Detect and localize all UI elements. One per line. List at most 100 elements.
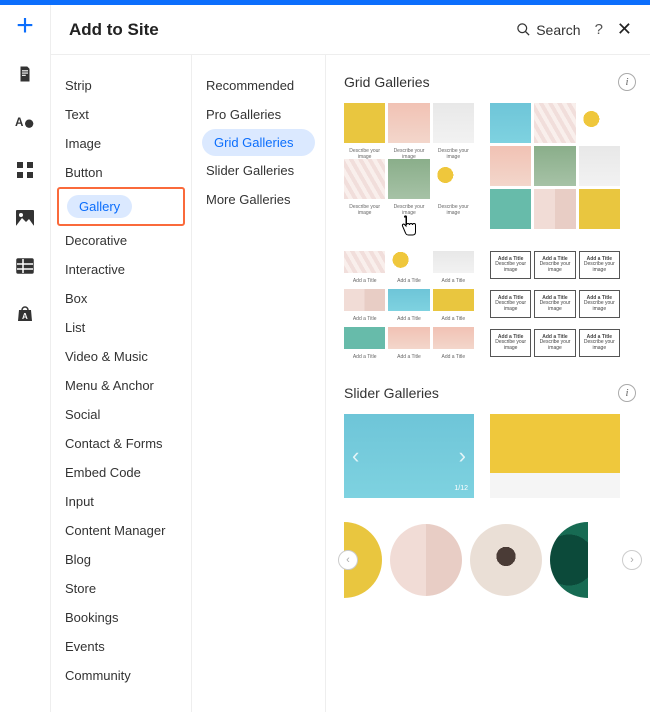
section-head-slider: Slider Galleries i [344, 384, 636, 402]
gallery-tile[interactable]: Add a TitleDescribe your image Add a Tit… [490, 251, 620, 362]
category-item[interactable]: Content Manager [51, 516, 191, 545]
wireframe-cell: Add a TitleDescribe your image [490, 251, 531, 279]
panel-header: Add to Site Search ? ✕ [51, 5, 650, 55]
circle-thumb [470, 524, 542, 596]
search-button[interactable]: Search [516, 22, 580, 38]
thumb-caption: Add a Title [388, 276, 429, 286]
category-item[interactable]: Box [51, 284, 191, 313]
thumb [344, 289, 385, 311]
section-head-grid: Grid Galleries i [344, 73, 636, 91]
category-item[interactable]: List [51, 313, 191, 342]
category-item[interactable]: Blog [51, 545, 191, 574]
category-item[interactable]: Input [51, 487, 191, 516]
slider-tile[interactable] [490, 414, 620, 498]
wireframe-cell: Add a TitleDescribe your image [534, 329, 575, 357]
subcategory-item[interactable]: Grid Galleries [202, 129, 315, 156]
cursor-icon [399, 215, 419, 242]
wireframe-cell: Add a TitleDescribe your image [579, 290, 620, 318]
table-icon[interactable] [14, 255, 36, 277]
slider-tile[interactable]: ‹ › 1/12 [344, 414, 474, 498]
slider-gallery-row-1: ‹ › 1/12 [344, 414, 636, 498]
slider-counter: 1/12 [454, 485, 468, 492]
category-item[interactable]: Strip [51, 71, 191, 100]
icon-rail: + A A [0, 5, 50, 712]
store-icon[interactable]: A [14, 303, 36, 325]
subcategory-item[interactable]: Recommended [192, 71, 325, 100]
subcategory-item[interactable]: Pro Galleries [192, 100, 325, 129]
subcategory-item[interactable]: More Galleries [192, 185, 325, 214]
grid-gallery-row-1: Describe your image Describe your image … [344, 103, 636, 229]
gallery-tile[interactable]: Describe your image Describe your image … [344, 103, 474, 229]
category-item[interactable]: Text [51, 100, 191, 129]
chevron-left-icon: ‹ [352, 443, 359, 469]
thumb-caption: Add a Title [388, 314, 429, 324]
theme-icon[interactable]: A [14, 111, 36, 133]
wireframe-cell: Add a TitleDescribe your image [579, 251, 620, 279]
wireframe-cell: Add a TitleDescribe your image [490, 329, 531, 357]
thumb [388, 251, 429, 273]
chevron-right-icon[interactable]: › [622, 550, 642, 570]
thumb-caption: Describe your image [344, 202, 385, 212]
thumb-caption: Add a Title [433, 352, 474, 362]
circle-thumb [390, 524, 462, 596]
subcategory-column: RecommendedPro GalleriesGrid GalleriesSl… [191, 55, 326, 712]
thumb-caption: Add a Title [344, 276, 385, 286]
thumb [344, 159, 385, 199]
chevron-right-icon: › [459, 443, 466, 469]
category-item[interactable]: Decorative [51, 226, 191, 255]
thumb [490, 189, 531, 229]
thumb-caption: Add a Title [433, 276, 474, 286]
thumb [388, 159, 429, 199]
close-icon[interactable]: ✕ [617, 19, 632, 40]
category-item[interactable]: Community [51, 661, 191, 690]
main-wrapper: + A A Add to Site Search ? [0, 5, 650, 712]
category-item[interactable]: Video & Music [51, 342, 191, 371]
category-item[interactable]: Events [51, 632, 191, 661]
media-icon[interactable] [14, 207, 36, 229]
thumb [534, 189, 575, 229]
thumb [433, 289, 474, 311]
slider-circle-row[interactable]: ‹ › [344, 520, 636, 600]
thumb [344, 251, 385, 273]
grid-section-title: Grid Galleries [344, 74, 430, 90]
slider-section-title: Slider Galleries [344, 385, 439, 401]
thumb [579, 146, 620, 186]
category-item[interactable]: Button [51, 158, 191, 187]
category-item[interactable]: Interactive [51, 255, 191, 284]
chevron-left-icon[interactable]: ‹ [338, 550, 358, 570]
content-column: Grid Galleries i Describe your image Des… [326, 55, 650, 712]
gallery-tile[interactable]: Add a Title Add a Title Add a Title Add … [344, 251, 474, 362]
help-icon[interactable]: ? [595, 21, 603, 38]
category-item[interactable]: Store [51, 574, 191, 603]
wireframe-cell: Add a TitleDescribe your image [534, 290, 575, 318]
search-label: Search [536, 22, 580, 38]
thumb [388, 289, 429, 311]
circle-thumb [550, 522, 588, 598]
thumb [344, 327, 385, 349]
thumb-caption: Describe your image [388, 202, 429, 212]
thumb [388, 103, 429, 143]
info-icon[interactable]: i [618, 384, 636, 402]
thumb [433, 159, 474, 199]
category-item[interactable]: Gallery [57, 187, 185, 226]
category-item[interactable]: Contact & Forms [51, 429, 191, 458]
thumb [388, 327, 429, 349]
subcategory-item[interactable]: Slider Galleries [192, 156, 325, 185]
category-item[interactable]: Social [51, 400, 191, 429]
thumb-caption: Add a Title [388, 352, 429, 362]
add-icon[interactable]: + [14, 15, 36, 37]
add-panel: Add to Site Search ? ✕ StripTextImageBut… [50, 5, 650, 712]
thumb [490, 103, 531, 143]
page-icon[interactable] [14, 63, 36, 85]
apps-icon[interactable] [14, 159, 36, 181]
thumb-caption: Describe your image [344, 146, 385, 156]
category-item[interactable]: Embed Code [51, 458, 191, 487]
info-icon[interactable]: i [618, 73, 636, 91]
category-item[interactable]: Image [51, 129, 191, 158]
category-item[interactable]: Menu & Anchor [51, 371, 191, 400]
panel-columns: StripTextImageButtonGalleryDecorativeInt… [51, 55, 650, 712]
thumb-caption: Describe your image [388, 146, 429, 156]
category-item[interactable]: Bookings [51, 603, 191, 632]
gallery-tile[interactable] [490, 103, 620, 229]
wireframe-cell: Add a TitleDescribe your image [490, 290, 531, 318]
